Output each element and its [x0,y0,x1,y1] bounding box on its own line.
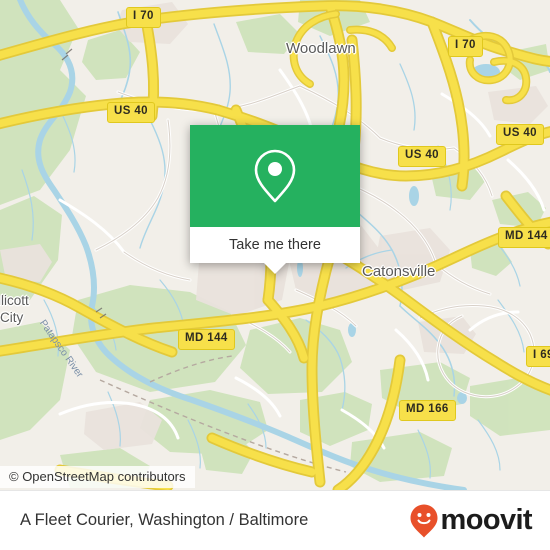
popup-image-placeholder [190,125,360,227]
route-shield-i70-east: I 70 [448,36,483,57]
footer-bar: A Fleet Courier, Washington / Baltimore … [0,490,550,550]
map-attribution[interactable]: © OpenStreetMap contributors [0,466,195,488]
route-shield-md144-east: MD 144 [498,227,550,248]
route-shield-md166: MD 166 [399,400,456,421]
route-shield-md144-west: MD 144 [178,329,235,350]
place-label-woodlawn: Woodlawn [286,40,356,57]
take-me-there-label: Take me there [229,237,321,253]
location-popup-card[interactable]: Take me there [190,125,360,274]
moovit-logo[interactable]: moovit [409,503,533,539]
route-shield-us40-center: US 40 [398,146,446,167]
place-label-catonsville: Catonsville [362,263,436,280]
route-shield-i70-west: I 70 [126,7,161,28]
map-canvas[interactable]: Woodlawn Catonsville llicott City Pataps… [0,0,550,490]
moovit-map-screenshot: Woodlawn Catonsville llicott City Pataps… [0,0,550,550]
location-title: A Fleet Courier, Washington / Baltimore [20,511,309,529]
place-label-ellicott: llicott [0,293,29,308]
popup-tail [264,263,286,274]
moovit-wordmark: moovit [440,504,533,536]
route-shield-i695: I 69 [526,346,550,367]
location-pin-icon [254,149,296,203]
moovit-smiley-pin-icon [410,504,438,537]
take-me-there-button[interactable]: Take me there [190,227,360,263]
place-label-ellicott-city: City [0,310,24,325]
route-shield-us40-east: US 40 [496,124,544,145]
route-shield-us40-west: US 40 [107,102,155,123]
